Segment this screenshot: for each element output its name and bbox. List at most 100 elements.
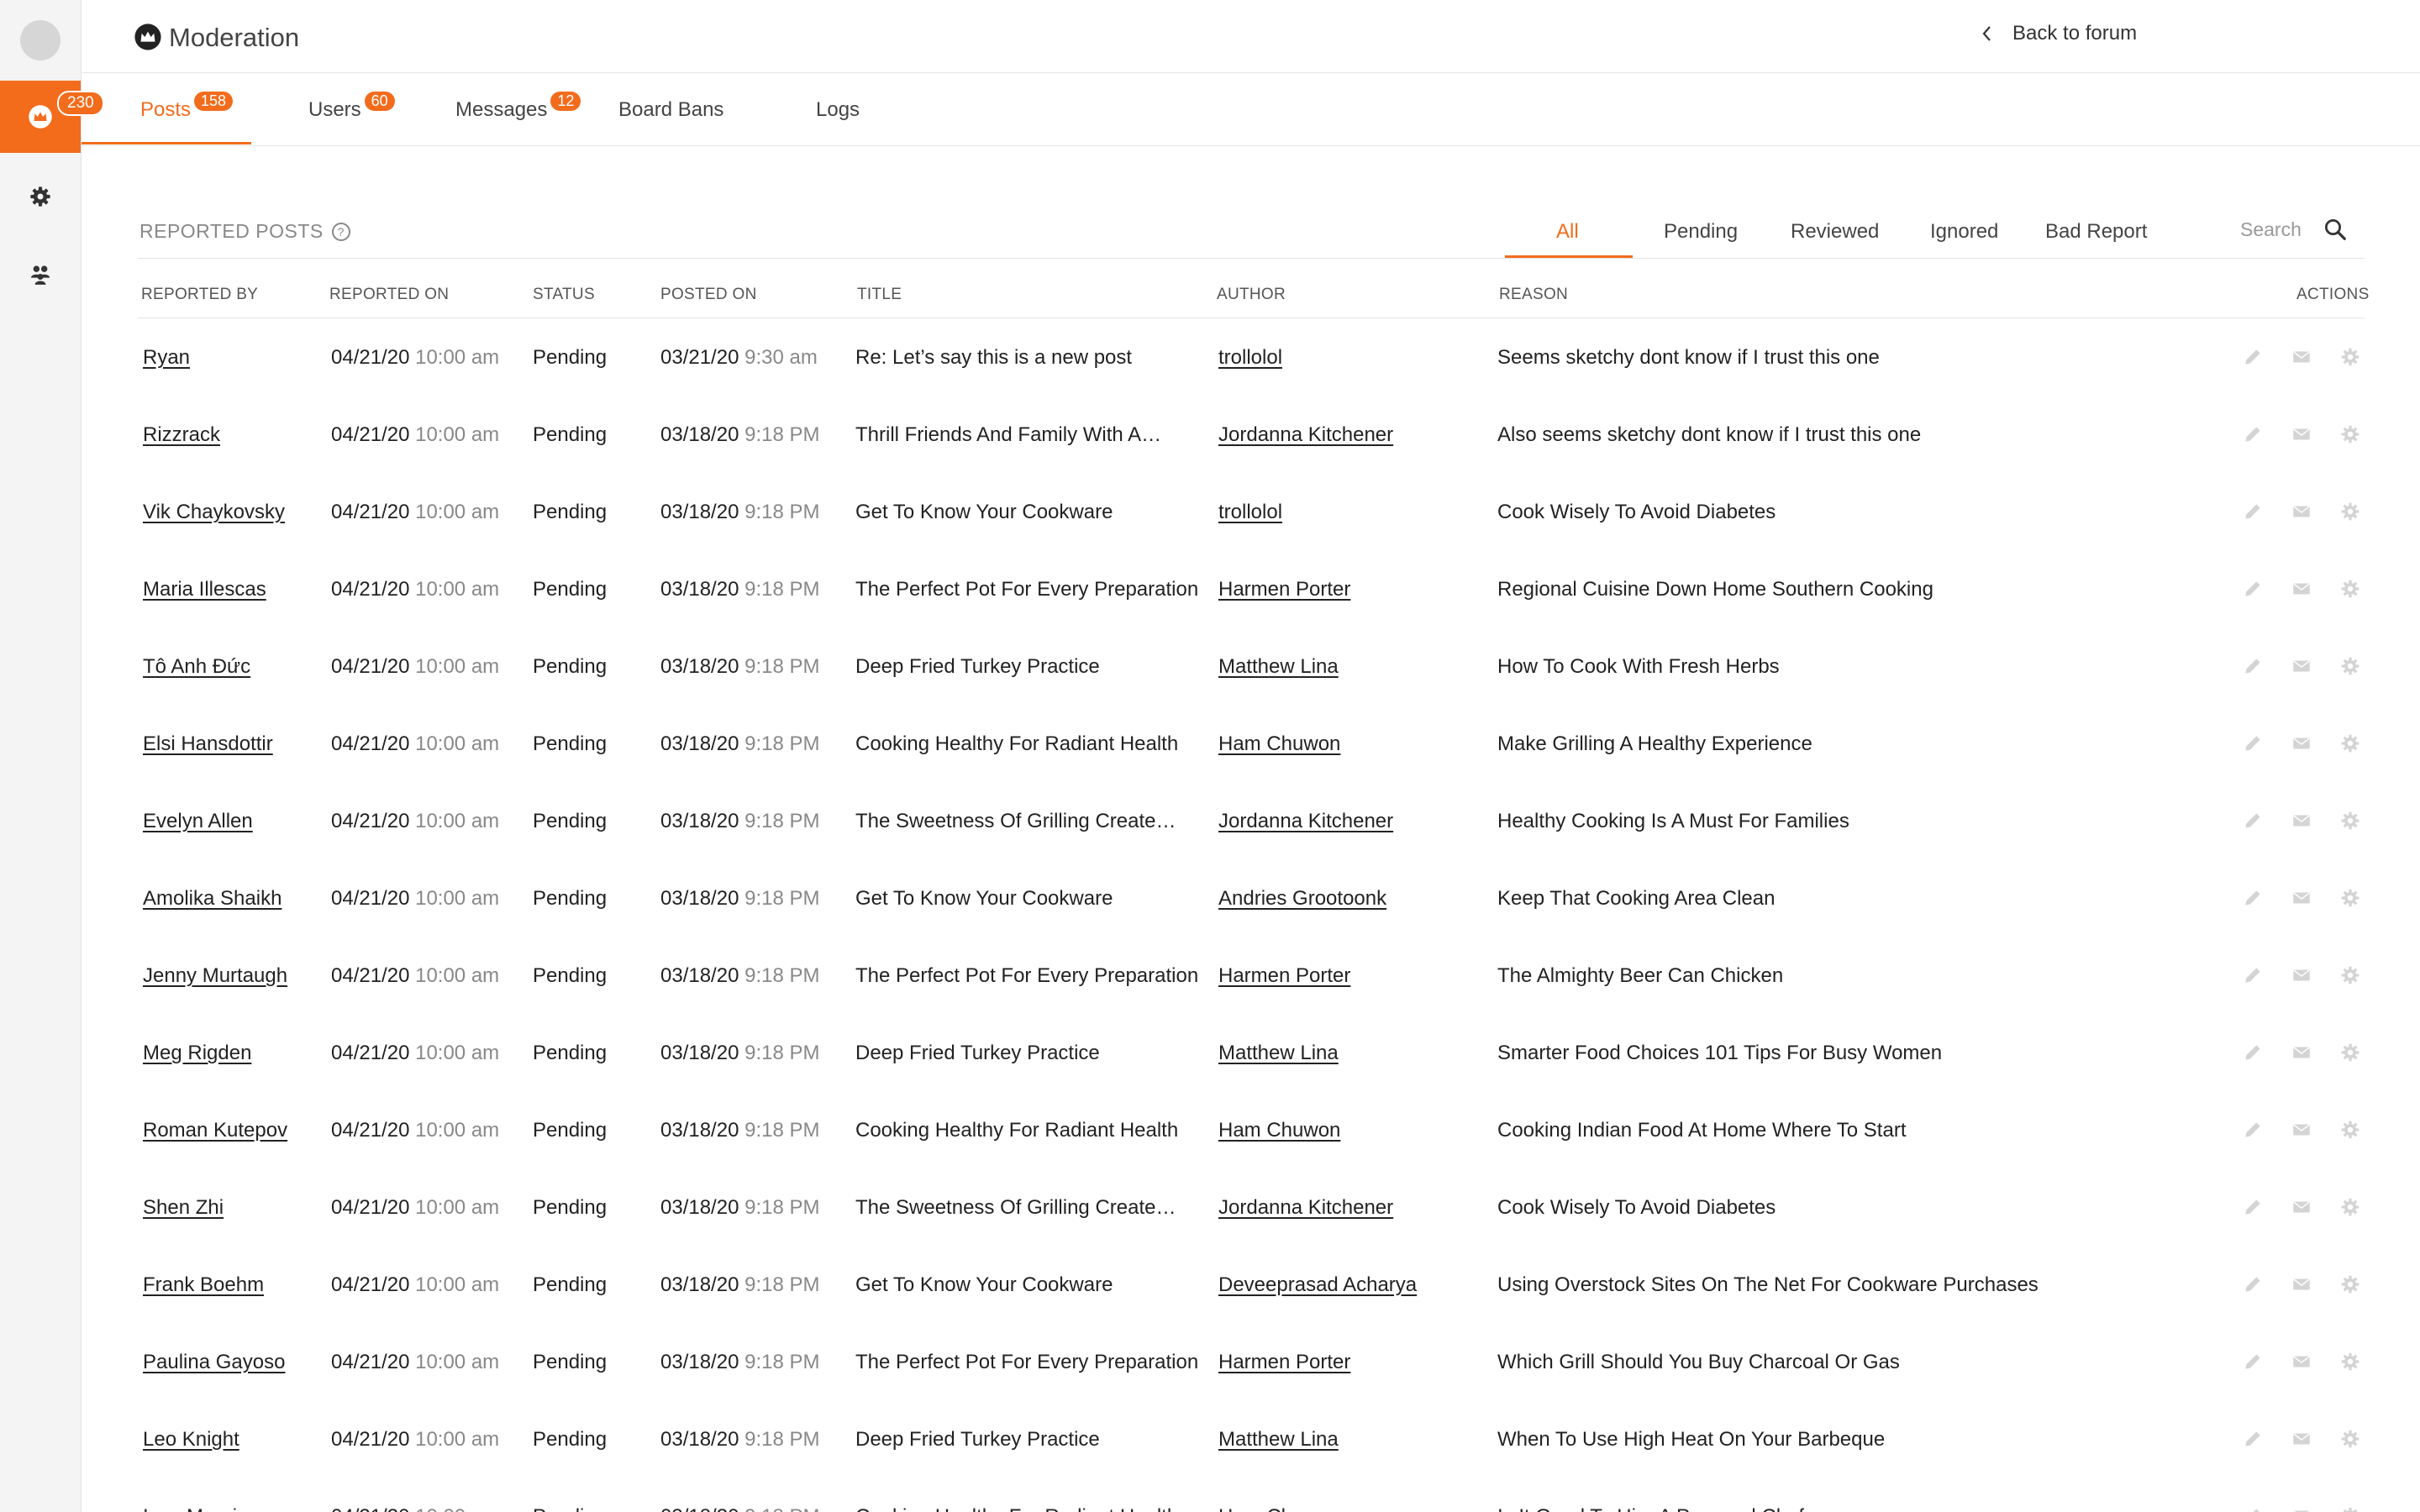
- table-row[interactable]: Elsi Hansdottir 04/21/20 10:00 am Pending 0…: [0, 706, 2420, 783]
- edit-button[interactable]: [2242, 1273, 2264, 1295]
- table-row[interactable]: Ivan Morais 04/21/20 10:00 am Pending 03/18…: [0, 1478, 2420, 1512]
- tab-messages[interactable]: Messages 12: [455, 92, 581, 122]
- filter-bad-report[interactable]: Bad Report: [2045, 220, 2147, 244]
- reporter-link[interactable]: Maria Illescas: [143, 578, 266, 601]
- table-row[interactable]: Ryan 04/21/20 10:00 am Pending 03/21/20 9:3…: [0, 319, 2420, 396]
- reporter-link[interactable]: Frank Boehm: [143, 1273, 264, 1297]
- message-button[interactable]: [2291, 810, 2312, 832]
- message-button[interactable]: [2291, 1119, 2312, 1141]
- settings-button[interactable]: [2339, 732, 2361, 754]
- reporter-link[interactable]: Ivan Morais: [143, 1505, 247, 1512]
- table-row[interactable]: Roman Kutepov 04/21/20 10:00 am Pending 03/…: [0, 1092, 2420, 1169]
- col-author[interactable]: AUTHOR: [1217, 286, 1286, 304]
- author-link[interactable]: Ham Chuwon: [1218, 1119, 1340, 1142]
- edit-button[interactable]: [2242, 423, 2264, 445]
- table-row[interactable]: Jenny Murtaugh 04/21/20 10:00 am Pending 03…: [0, 937, 2420, 1015]
- filter-reviewed[interactable]: Reviewed: [1791, 220, 1879, 244]
- settings-button[interactable]: [2339, 810, 2361, 832]
- author-link[interactable]: Deveeprasad Acharya: [1218, 1273, 1417, 1297]
- table-row[interactable]: Amolika Shaikh 04/21/20 10:00 am Pending 03…: [0, 860, 2420, 937]
- reporter-link[interactable]: Roman Kutepov: [143, 1119, 287, 1142]
- message-button[interactable]: [2291, 732, 2312, 754]
- message-button[interactable]: [2291, 1196, 2312, 1218]
- author-link[interactable]: Andries Grootoonk: [1218, 887, 1386, 911]
- author-link[interactable]: trollolol: [1218, 346, 1282, 370]
- edit-button[interactable]: [2242, 887, 2264, 909]
- settings-button[interactable]: [2339, 887, 2361, 909]
- settings-button[interactable]: [2339, 423, 2361, 445]
- col-reason[interactable]: REASON: [1499, 286, 1568, 304]
- edit-button[interactable]: [2242, 578, 2264, 600]
- table-row[interactable]: Frank Boehm 04/21/20 10:00 am Pending 03/18…: [0, 1247, 2420, 1324]
- reporter-link[interactable]: Vik Chaykovsky: [143, 501, 285, 524]
- edit-button[interactable]: [2242, 964, 2264, 986]
- table-row[interactable]: Evelyn Allen 04/21/20 10:00 am Pending 03/1…: [0, 783, 2420, 860]
- settings-button[interactable]: [2339, 655, 2361, 677]
- author-link[interactable]: trollolol: [1218, 501, 1282, 524]
- table-row[interactable]: Paulina Gayoso 04/21/20 10:00 am Pending 03…: [0, 1324, 2420, 1401]
- table-row[interactable]: Rizzrack 04/21/20 10:00 am Pending 03/18/20…: [0, 396, 2420, 474]
- author-link[interactable]: Jordanna Kitchener: [1218, 1196, 1393, 1220]
- reporter-link[interactable]: Leo Knight: [143, 1428, 239, 1452]
- author-link[interactable]: Harmen Porter: [1218, 964, 1350, 988]
- message-button[interactable]: [2291, 1351, 2312, 1373]
- filter-ignored[interactable]: Ignored: [1930, 220, 1998, 244]
- reporter-link[interactable]: Tô Anh Đức: [143, 655, 250, 679]
- settings-button[interactable]: [2339, 1505, 2361, 1512]
- tab-posts[interactable]: Posts 158: [140, 92, 234, 122]
- edit-button[interactable]: [2242, 732, 2264, 754]
- reporter-link[interactable]: Rizzrack: [143, 423, 220, 447]
- table-row[interactable]: Vik Chaykovsky 04/21/20 10:00 am Pending 03…: [0, 474, 2420, 551]
- settings-button[interactable]: [2339, 578, 2361, 600]
- author-link[interactable]: Jordanna Kitchener: [1218, 423, 1393, 447]
- edit-button[interactable]: [2242, 1428, 2264, 1450]
- reporter-link[interactable]: Paulina Gayoso: [143, 1351, 285, 1374]
- message-button[interactable]: [2291, 1505, 2312, 1512]
- sidebar-item-settings[interactable]: [0, 171, 81, 222]
- author-link[interactable]: Harmen Porter: [1218, 578, 1350, 601]
- reporter-link[interactable]: Amolika Shaikh: [143, 887, 281, 911]
- col-reported-on[interactable]: REPORTED ON: [329, 286, 449, 304]
- settings-button[interactable]: [2339, 1351, 2361, 1373]
- edit-button[interactable]: [2242, 346, 2264, 368]
- message-button[interactable]: [2291, 346, 2312, 368]
- col-posted-on[interactable]: POSTED ON: [660, 286, 757, 304]
- settings-button[interactable]: [2339, 1042, 2361, 1063]
- table-row[interactable]: Maria Illescas 04/21/20 10:00 am Pending 03…: [0, 551, 2420, 628]
- settings-button[interactable]: [2339, 346, 2361, 368]
- author-link[interactable]: Jordanna Kitchener: [1218, 810, 1393, 833]
- filter-pending[interactable]: Pending: [1664, 220, 1738, 244]
- message-button[interactable]: [2291, 964, 2312, 986]
- author-link[interactable]: Matthew Lina: [1218, 1042, 1339, 1065]
- settings-button[interactable]: [2339, 1273, 2361, 1295]
- edit-button[interactable]: [2242, 501, 2264, 522]
- edit-button[interactable]: [2242, 1196, 2264, 1218]
- edit-button[interactable]: [2242, 1351, 2264, 1373]
- settings-button[interactable]: [2339, 501, 2361, 522]
- message-button[interactable]: [2291, 1042, 2312, 1063]
- edit-button[interactable]: [2242, 655, 2264, 677]
- edit-button[interactable]: [2242, 1042, 2264, 1063]
- edit-button[interactable]: [2242, 810, 2264, 832]
- filter-all[interactable]: All: [1556, 220, 1579, 244]
- author-link[interactable]: Ham Chuwon: [1218, 1505, 1340, 1512]
- tab-logs[interactable]: Logs: [816, 98, 860, 122]
- tab-board-bans[interactable]: Board Bans: [618, 98, 723, 122]
- author-link[interactable]: Harmen Porter: [1218, 1351, 1350, 1374]
- edit-button[interactable]: [2242, 1119, 2264, 1141]
- edit-button[interactable]: [2242, 1505, 2264, 1512]
- search-input[interactable]: [2240, 218, 2307, 241]
- back-to-forum-link[interactable]: Back to forum: [1981, 22, 2137, 45]
- table-row[interactable]: Leo Knight 04/21/20 10:00 am Pending 03/18/…: [0, 1401, 2420, 1478]
- reporter-link[interactable]: Evelyn Allen: [143, 810, 253, 833]
- col-title[interactable]: TITLE: [857, 286, 902, 304]
- avatar[interactable]: [20, 20, 60, 60]
- reporter-link[interactable]: Elsi Hansdottir: [143, 732, 273, 756]
- reporter-link[interactable]: Meg Rigden: [143, 1042, 251, 1065]
- settings-button[interactable]: [2339, 1196, 2361, 1218]
- message-button[interactable]: [2291, 1273, 2312, 1295]
- settings-button[interactable]: [2339, 1428, 2361, 1450]
- settings-button[interactable]: [2339, 964, 2361, 986]
- author-link[interactable]: Matthew Lina: [1218, 655, 1339, 679]
- settings-button[interactable]: [2339, 1119, 2361, 1141]
